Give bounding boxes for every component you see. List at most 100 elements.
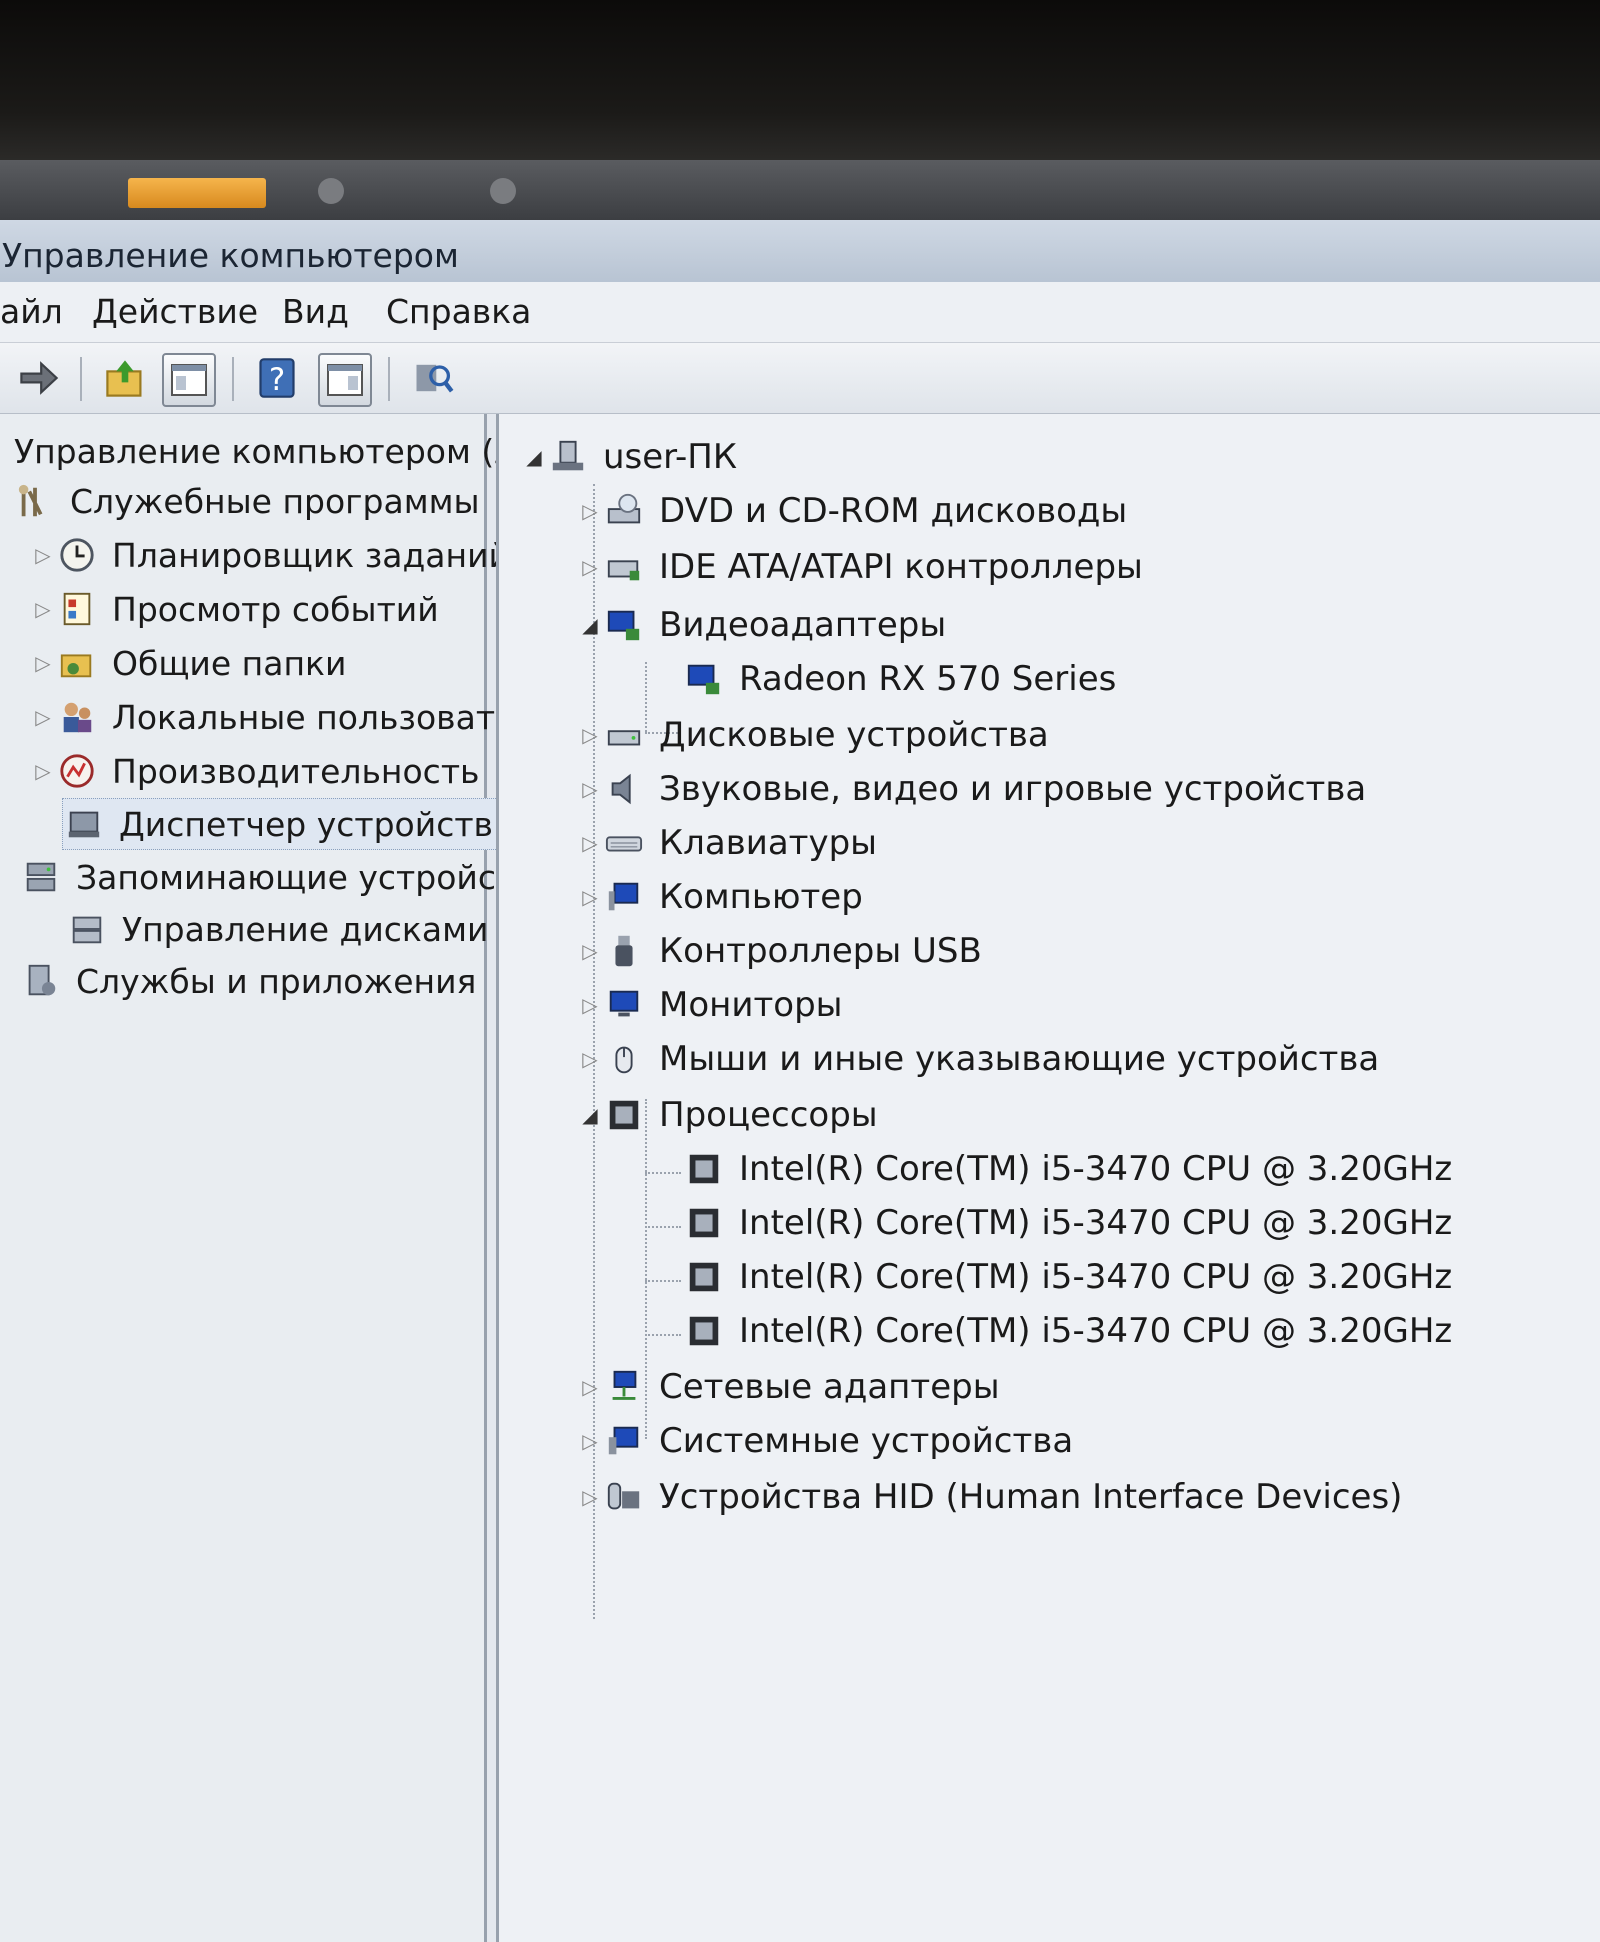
device-category[interactable]: ▷ Звуковые, видео и игровые устройства [577, 764, 1366, 814]
expand-arrow-icon[interactable]: ▷ [577, 993, 603, 1017]
tree-item-storage[interactable]: Запоминающие устройст [20, 852, 515, 902]
tree-connector [645, 1226, 681, 1228]
device-category-label: Контроллеры USB [659, 931, 982, 971]
collapse-arrow-icon[interactable]: ◢ [577, 613, 603, 637]
action-pane-icon[interactable] [318, 353, 372, 407]
tree-item-label: Просмотр событий [112, 589, 439, 629]
up-folder-icon[interactable] [100, 353, 150, 403]
menu-bar: айл Действие Вид Справка [0, 282, 1600, 343]
device-category-label: Системные устройства [659, 1421, 1074, 1461]
mouse-icon [603, 1039, 645, 1079]
tree-item-label: Запоминающие устройст [76, 857, 516, 897]
device-category[interactable]: ▷ Клавиатуры [577, 818, 877, 868]
tree-item-computer-management[interactable]: Управление компьютером (л [14, 426, 515, 476]
device-category[interactable]: ▷ IDE ATA/ATAPI контроллеры [577, 542, 1143, 592]
processor-icon [603, 1095, 645, 1135]
device-category[interactable]: ▷ Мыши и иные указывающие устройства [577, 1034, 1379, 1084]
device-category-label: Клавиатуры [659, 823, 878, 863]
device-category-label: Мыши и иные указывающие устройства [659, 1039, 1380, 1079]
device-item-gpu[interactable]: Radeon RX 570 Series [683, 654, 1116, 704]
expand-arrow-icon[interactable]: ▷ [577, 1047, 603, 1071]
expand-arrow-icon[interactable]: ▷ [577, 1485, 603, 1509]
display-adapter-icon [683, 659, 725, 699]
device-category-label: Процессоры [659, 1095, 878, 1135]
toolbar-separator [80, 357, 82, 401]
device-item-label: Intel(R) Core(TM) i5-3470 CPU @ 3.20GHz [739, 1149, 1453, 1189]
monitor-icon [603, 985, 645, 1025]
expand-arrow-icon[interactable]: ▷ [577, 777, 603, 801]
services-icon [20, 961, 62, 1001]
expand-arrow-icon[interactable]: ▷ [30, 597, 56, 621]
device-category[interactable]: ▷ Мониторы [577, 980, 842, 1030]
expand-arrow-icon[interactable]: ▷ [577, 885, 603, 909]
tree-item-system-tools[interactable]: Служебные программы [14, 476, 480, 526]
expand-arrow-icon[interactable]: ▷ [577, 1429, 603, 1453]
device-category[interactable]: ▷ Дисковые устройства [577, 710, 1048, 760]
device-item-cpu[interactable]: Intel(R) Core(TM) i5-3470 CPU @ 3.20GHz [683, 1144, 1452, 1194]
tree-connector [645, 1334, 681, 1336]
tree-item-task-scheduler[interactable]: ▷ Планировщик заданий [30, 530, 510, 580]
computer-icon [547, 437, 589, 477]
expand-arrow-icon[interactable]: ▷ [30, 651, 56, 675]
expand-arrow-icon[interactable]: ▷ [577, 831, 603, 855]
toolbar-separator [232, 357, 234, 401]
device-category[interactable]: ◢ Процессоры [577, 1090, 878, 1140]
show-hide-tree-icon[interactable] [162, 353, 216, 407]
device-category[interactable]: ◢ Видеоадаптеры [577, 600, 946, 650]
menu-file[interactable]: айл [0, 292, 63, 331]
tree-item-shared-folders[interactable]: ▷ Общие папки [30, 638, 346, 688]
device-category[interactable]: ▷ Сетевые адаптеры [577, 1362, 1000, 1412]
device-category[interactable]: ▷ Устройства HID (Human Interface Device… [577, 1472, 1402, 1522]
usb-icon [603, 931, 645, 971]
dvd-drive-icon [603, 491, 645, 531]
taskbar-icon[interactable] [318, 178, 344, 204]
tree-item-performance[interactable]: ▷ Производительность [30, 746, 479, 796]
expand-arrow-icon[interactable]: ▷ [577, 499, 603, 523]
taskbar-icon[interactable] [490, 178, 516, 204]
device-item-cpu[interactable]: Intel(R) Core(TM) i5-3470 CPU @ 3.20GHz [683, 1252, 1452, 1302]
collapse-arrow-icon[interactable]: ◢ [521, 445, 547, 469]
device-category-label: Компьютер [659, 877, 863, 917]
taskbar-button[interactable] [128, 178, 266, 208]
menu-help[interactable]: Справка [386, 292, 531, 331]
menu-action[interactable]: Действие [92, 292, 258, 331]
device-item-label: Intel(R) Core(TM) i5-3470 CPU @ 3.20GHz [739, 1257, 1453, 1297]
device-tree-root[interactable]: ◢ user-ПК [521, 432, 737, 482]
title-bar: Управление компьютером [0, 220, 1600, 282]
help-icon[interactable]: ? [252, 353, 302, 403]
expand-arrow-icon[interactable]: ▷ [577, 555, 603, 579]
expand-arrow-icon[interactable]: ▷ [30, 543, 56, 567]
menu-view[interactable]: Вид [282, 292, 349, 331]
device-tree-pane: ◢ user-ПК ▷ DVD и CD-ROM дисководы ▷ IDE… [496, 414, 1600, 1942]
device-item-cpu[interactable]: Intel(R) Core(TM) i5-3470 CPU @ 3.20GHz [683, 1306, 1452, 1356]
collapse-arrow-icon[interactable]: ◢ [577, 1103, 603, 1127]
system-devices-icon [603, 1421, 645, 1461]
tree-item-label: Планировщик заданий [112, 535, 510, 575]
window-title: Управление компьютером [2, 236, 459, 275]
tree-item-services[interactable]: Службы и приложения [20, 956, 476, 1006]
device-category[interactable]: ▷ DVD и CD-ROM дисководы [577, 486, 1127, 536]
expand-arrow-icon[interactable]: ▷ [577, 723, 603, 747]
tree-item-local-users[interactable]: ▷ Локальные пользовате [30, 692, 515, 742]
device-item-cpu[interactable]: Intel(R) Core(TM) i5-3470 CPU @ 3.20GHz [683, 1198, 1452, 1248]
tree-item-device-manager[interactable]: Диспетчер устройств [62, 798, 507, 850]
device-category[interactable]: ▷ Системные устройства [577, 1416, 1073, 1466]
expand-arrow-icon[interactable]: ▷ [30, 759, 56, 783]
expand-arrow-icon[interactable]: ▷ [577, 939, 603, 963]
device-category-label: Сетевые адаптеры [659, 1367, 1000, 1407]
expand-arrow-icon[interactable]: ▷ [30, 705, 56, 729]
device-category[interactable]: ▷ Контроллеры USB [577, 926, 982, 976]
forward-arrow-icon[interactable] [14, 353, 64, 403]
tree-item-disk-management[interactable]: Управление дисками [66, 904, 488, 954]
event-viewer-icon [56, 589, 98, 629]
svg-text:?: ? [269, 362, 285, 398]
device-manager-icon [63, 804, 105, 844]
device-item-label: Intel(R) Core(TM) i5-3470 CPU @ 3.20GHz [739, 1203, 1453, 1243]
scan-hardware-icon[interactable] [408, 353, 458, 403]
device-category[interactable]: ▷ Компьютер [577, 872, 863, 922]
processor-icon [683, 1257, 725, 1297]
device-category-label: DVD и CD-ROM дисководы [659, 491, 1128, 531]
tree-item-label: Управление компьютером (л [14, 431, 516, 471]
tree-item-event-viewer[interactable]: ▷ Просмотр событий [30, 584, 439, 634]
expand-arrow-icon[interactable]: ▷ [577, 1375, 603, 1399]
